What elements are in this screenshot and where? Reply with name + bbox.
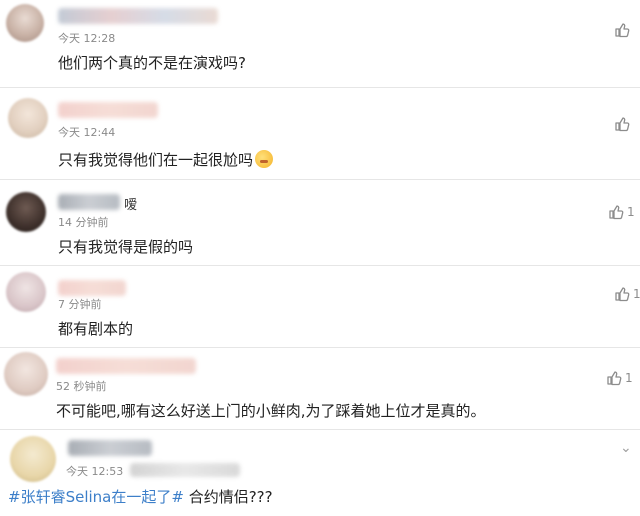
avatar[interactable] [8,98,48,138]
like-button[interactable]: 1 [606,370,633,386]
avatar[interactable] [10,436,56,482]
username-blurred[interactable] [58,280,126,296]
thumbs-up-icon [607,371,622,386]
comment-text: 只有我觉得他们在一起很尬吗 [58,149,274,170]
thumbs-up-icon [615,287,630,302]
comment-feed: 今天 12:28 他们两个真的不是在演戏吗? 今天 12:44 只有我觉得他们在… [0,0,640,516]
username-blurred[interactable] [58,8,218,24]
avatar[interactable] [6,4,44,42]
username-blurred[interactable] [58,194,120,210]
username-blurred[interactable] [68,440,152,456]
username-blurred[interactable] [56,358,196,374]
comment-item: 嗳 14 分钟前 只有我觉得是假的吗 1 [0,180,640,266]
hashtag-link[interactable]: #张轩睿Selina在一起了# [8,488,184,506]
avatar[interactable] [6,192,46,232]
avatar[interactable] [4,352,48,396]
thumbs-up-icon [615,117,630,132]
comment-time: 52 秒钟前 [56,380,107,393]
like-button[interactable] [614,22,633,38]
comment-time: 今天 12:28 [58,32,116,45]
comment-item: 今天 12:53 #张轩睿Selina在一起了# 合约情侣??? ⌄ [0,430,640,516]
comment-time: 7 分钟前 [58,298,102,311]
comment-text: 他们两个真的不是在演戏吗? [58,54,246,72]
like-button[interactable] [614,116,633,132]
comment-item: 今天 12:44 只有我觉得他们在一起很尬吗 [0,88,640,180]
username-suffix[interactable]: 嗳 [124,194,137,213]
thumbs-up-icon [615,23,630,38]
comment-time: 14 分钟前 [58,216,109,229]
blurred-source [130,463,240,477]
like-button[interactable]: 1 [608,204,635,220]
comment-text: 不可能吧,哪有这么好送上门的小鲜肉,为了踩着她上位才是真的。 [56,402,486,420]
comment-text: 都有剧本的 [58,320,134,338]
username-blurred[interactable] [58,102,158,118]
comment-time: 今天 12:44 [58,126,116,139]
comment-text: 只有我觉得是假的吗 [58,238,194,256]
comment-item: 今天 12:28 他们两个真的不是在演戏吗? [0,0,640,88]
like-count: 1 [633,287,640,301]
like-count: 1 [627,205,635,219]
comment-item: 7 分钟前 都有剧本的 1 [0,266,640,348]
comment-time: 今天 12:53 [66,465,124,478]
comment-text: #张轩睿Selina在一起了# 合约情侣??? [8,488,273,506]
comment-item: 52 秒钟前 不可能吧,哪有这么好送上门的小鲜肉,为了踩着她上位才是真的。 1 [0,348,640,430]
chevron-down-icon[interactable]: ⌄ [620,440,632,456]
thumbs-up-icon [609,205,624,220]
like-button[interactable]: 1 [614,286,640,302]
like-count: 1 [625,371,633,385]
awkward-face-emoji [255,150,274,168]
avatar[interactable] [6,272,46,312]
